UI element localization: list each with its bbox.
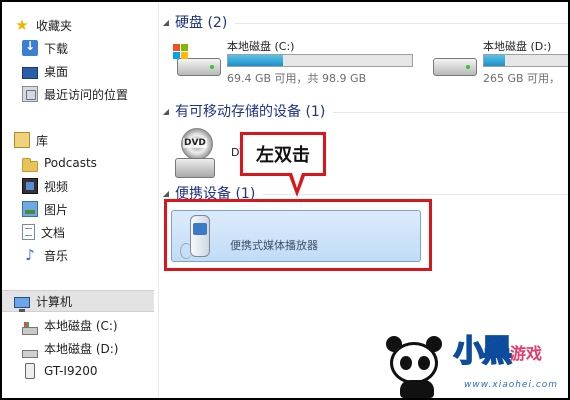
- hard-drive-icon: [429, 44, 477, 76]
- sidebar-item-label: 图片: [44, 202, 69, 217]
- sidebar-item-label: 最近访问的位置: [44, 87, 129, 102]
- recent-places-icon: [22, 86, 38, 102]
- drive-usage-bar: [227, 54, 413, 67]
- dvd-label: DVD: [183, 138, 207, 148]
- computer-icon: [14, 296, 30, 312]
- desktop-icon: [22, 67, 38, 79]
- sidebar-item-desktop[interactable]: 桌面: [2, 60, 154, 82]
- collapse-chevron-icon[interactable]: ◢: [159, 18, 173, 27]
- hard-drive-icon: [173, 44, 221, 76]
- watermark-logo-text: 小黑: [453, 333, 513, 370]
- sidebar-item-music[interactable]: ♪ 音乐: [2, 244, 154, 266]
- callout-label: 左双击: [240, 132, 326, 176]
- drive-usage-fill: [228, 55, 284, 66]
- sidebar-item-podcasts[interactable]: Podcasts: [2, 152, 154, 174]
- explorer-window: ★ 收藏夹 下载 桌面 最近访问的位置 库 Podcasts 视频: [0, 0, 570, 400]
- sidebar-favorites[interactable]: ★ 收藏夹: [2, 14, 154, 36]
- sidebar-item-drive-c[interactable]: 本地磁盘 (C:): [2, 314, 154, 336]
- dvd-drive-icon[interactable]: DVD: [175, 128, 215, 180]
- sidebar-favorites-label: 收藏夹: [36, 18, 73, 33]
- drive-name: 本地磁盘 (D:): [483, 40, 552, 53]
- group-divider: [263, 193, 568, 195]
- sidebar-item-documents[interactable]: 文档: [2, 221, 154, 243]
- sidebar-item-label: 本地磁盘 (C:): [44, 318, 118, 333]
- drive-d-tile[interactable]: 本地磁盘 (D:) 265 GB 可用，: [429, 34, 568, 88]
- panda-logo-icon: [384, 332, 448, 398]
- sidebar-library-label: 库: [36, 133, 49, 148]
- sidebar-item-label: Podcasts: [44, 156, 97, 170]
- sidebar-library[interactable]: 库: [2, 129, 154, 151]
- group-title: 有可移动存储的设备 (1): [175, 104, 326, 120]
- windows-logo-icon: [173, 44, 189, 60]
- phone-icon: [25, 363, 35, 379]
- documents-icon: [22, 224, 35, 240]
- sidebar-item-videos[interactable]: 视频: [2, 175, 154, 197]
- sidebar-computer-label: 计算机: [36, 294, 73, 309]
- sidebar-item-phone[interactable]: GT-I9200: [2, 360, 154, 382]
- sidebar-item-label: 视频: [44, 179, 69, 194]
- callout-pointer-inner: [292, 173, 302, 188]
- pictures-icon: [22, 201, 38, 217]
- watermark-game-text: 游戏: [510, 344, 543, 363]
- sidebar-item-label: 文档: [41, 225, 66, 240]
- sidebar-computer[interactable]: 计算机: [2, 290, 154, 312]
- star-icon: ★: [15, 16, 29, 34]
- music-icon: ♪: [25, 246, 35, 264]
- group-divider: [235, 22, 568, 24]
- sidebar-item-label: GT-I9200: [44, 364, 98, 378]
- drive-d-icon: [22, 350, 38, 358]
- library-icon: [14, 132, 30, 148]
- drive-usage-fill: [484, 55, 505, 66]
- video-icon: [22, 178, 38, 194]
- group-title: 硬盘 (2): [175, 15, 228, 31]
- sidebar-item-recent[interactable]: 最近访问的位置: [2, 83, 154, 105]
- site-watermark: 小黑 游戏 www.xiaohei.com: [372, 322, 568, 398]
- drive-info: 69.4 GB 可用，共 98.9 GB: [227, 72, 367, 85]
- collapse-chevron-icon[interactable]: ◢: [159, 107, 173, 116]
- sidebar-item-label: 本地磁盘 (D:): [44, 341, 119, 356]
- watermark-url: www.xiaohei.com: [464, 380, 559, 390]
- sidebar-item-drive-d[interactable]: 本地磁盘 (D:): [2, 337, 154, 359]
- drive-usage-bar: [483, 54, 568, 67]
- highlight-box: [164, 199, 432, 271]
- group-header-hard-disks[interactable]: ◢ 硬盘 (2): [159, 12, 568, 32]
- drive-info: 265 GB 可用，: [483, 72, 561, 85]
- download-folder-icon: [22, 39, 38, 56]
- sidebar-item-pictures[interactable]: 图片: [2, 198, 154, 220]
- group-header-removable[interactable]: ◢ 有可移动存储的设备 (1): [159, 101, 568, 121]
- drive-c-icon: [22, 322, 38, 335]
- sidebar-item-label: 桌面: [44, 64, 69, 79]
- group-divider: [333, 111, 568, 113]
- sidebar-item-label: 下载: [44, 41, 69, 56]
- drive-name: 本地磁盘 (C:): [227, 40, 295, 53]
- navigation-pane: ★ 收藏夹 下载 桌面 最近访问的位置 库 Podcasts 视频: [2, 2, 158, 398]
- sidebar-item-label: 音乐: [44, 248, 69, 263]
- folder-icon: [22, 157, 38, 172]
- collapse-chevron-icon[interactable]: ◢: [159, 189, 173, 198]
- sidebar-item-downloads[interactable]: 下载: [2, 37, 154, 59]
- drive-c-tile[interactable]: 本地磁盘 (C:) 69.4 GB 可用，共 98.9 GB: [173, 34, 423, 88]
